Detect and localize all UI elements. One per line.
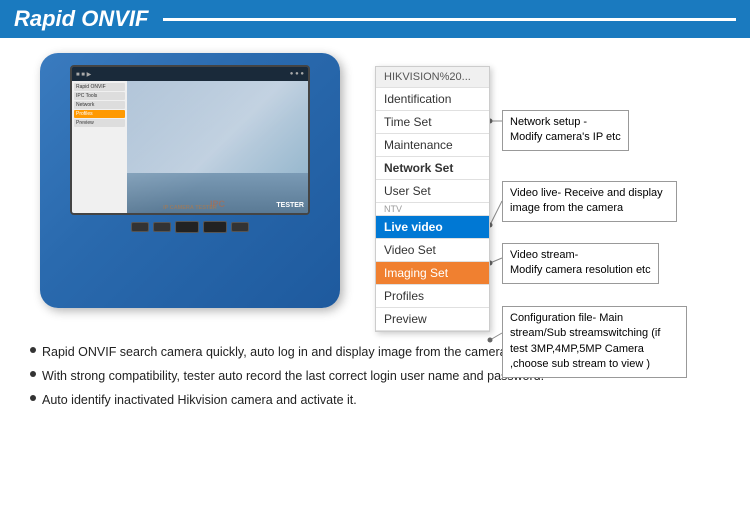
annotation-live-text: Video live- Receive and display image fr… xyxy=(510,187,663,214)
bullet-dot-1 xyxy=(30,347,36,353)
menu-item-livevideo[interactable]: Live video xyxy=(376,216,489,239)
bullet-text-1: Rapid ONVIF search camera quickly, auto … xyxy=(42,343,507,361)
annotation-video-stream: Video stream-Modify camera resolution et… xyxy=(502,243,659,284)
bullet-text-3: Auto identify inactivated Hikvision came… xyxy=(42,391,357,409)
annotation-profiles-text: Configuration file- Main stream/Sub stre… xyxy=(510,312,660,370)
device-body: ■ ■ ▶ ● ● ● Rapid ONVIF IPC Tools Networ… xyxy=(40,53,340,308)
bullet-text-2: With strong compatibility, tester auto r… xyxy=(42,367,544,385)
annotation-network-setup: Network setup -Modify camera's IP etc xyxy=(502,110,629,151)
device-screen: ■ ■ ▶ ● ● ● Rapid ONVIF IPC Tools Networ… xyxy=(70,65,310,215)
device-illustration: ■ ■ ▶ ● ● ● Rapid ONVIF IPC Tools Networ… xyxy=(20,48,360,318)
menu-item-imagingset[interactable]: Imaging Set xyxy=(376,262,489,285)
menu-item-profiles[interactable]: Profiles xyxy=(376,285,489,308)
device-port-4 xyxy=(203,221,227,233)
device-port-1 xyxy=(131,222,149,232)
menu-label-ntv: NTV xyxy=(376,203,489,216)
screen-sidebar-item: Network xyxy=(74,101,125,109)
screen-sidebar-item: Rapid ONVIF xyxy=(74,83,125,91)
device-ports xyxy=(131,221,249,233)
header-bar: Rapid ONVIF xyxy=(0,0,750,38)
annotation-network-text: Network setup -Modify camera's IP etc xyxy=(510,116,621,143)
main-content: ■ ■ ▶ ● ● ● Rapid ONVIF IPC Tools Networ… xyxy=(0,38,750,328)
ip-camera-label: IP CAMERA TESTER xyxy=(163,205,217,211)
menu-item-userset[interactable]: User Set xyxy=(376,180,489,203)
screen-sidebar-item: IPC Tools xyxy=(74,92,125,100)
bullet-dot-2 xyxy=(30,371,36,377)
menu-item-timeset[interactable]: Time Set xyxy=(376,111,489,134)
menu-item-hikvision[interactable]: HIKVISION%20... xyxy=(376,67,489,88)
bullet-item-3: Auto identify inactivated Hikvision came… xyxy=(30,391,720,409)
annotation-video-text: Video stream-Modify camera resolution et… xyxy=(510,249,651,276)
bullet-dot-3 xyxy=(30,395,36,401)
screen-tester-label: TESTER xyxy=(276,202,304,209)
screen-sidebar-item: Preview xyxy=(74,119,125,127)
menu-item-videoset[interactable]: Video Set xyxy=(376,239,489,262)
device-port-3 xyxy=(175,221,199,233)
screen-sidebar-item-active: Profiles xyxy=(74,110,125,118)
menu-item-maintenance[interactable]: Maintenance xyxy=(376,134,489,157)
page-title: Rapid ONVIF xyxy=(14,6,148,32)
device-port-2 xyxy=(153,222,171,232)
screen-topbar: ■ ■ ▶ ● ● ● xyxy=(72,67,308,81)
onvif-menu-dropdown: HIKVISION%20... Identification Time Set … xyxy=(375,66,490,332)
annotation-profiles: Configuration file- Main stream/Sub stre… xyxy=(502,306,687,378)
header-divider xyxy=(163,18,736,21)
screen-sidebar: Rapid ONVIF IPC Tools Network Profiles P… xyxy=(72,81,127,213)
menu-item-preview[interactable]: Preview xyxy=(376,308,489,331)
menu-item-networkset[interactable]: Network Set xyxy=(376,157,489,180)
device-port-5 xyxy=(231,222,249,232)
screen-camera-view: TESTER IPC xyxy=(127,81,308,213)
annotation-live-video: Video live- Receive and display image fr… xyxy=(502,181,677,222)
menu-item-identification[interactable]: Identification xyxy=(376,88,489,111)
